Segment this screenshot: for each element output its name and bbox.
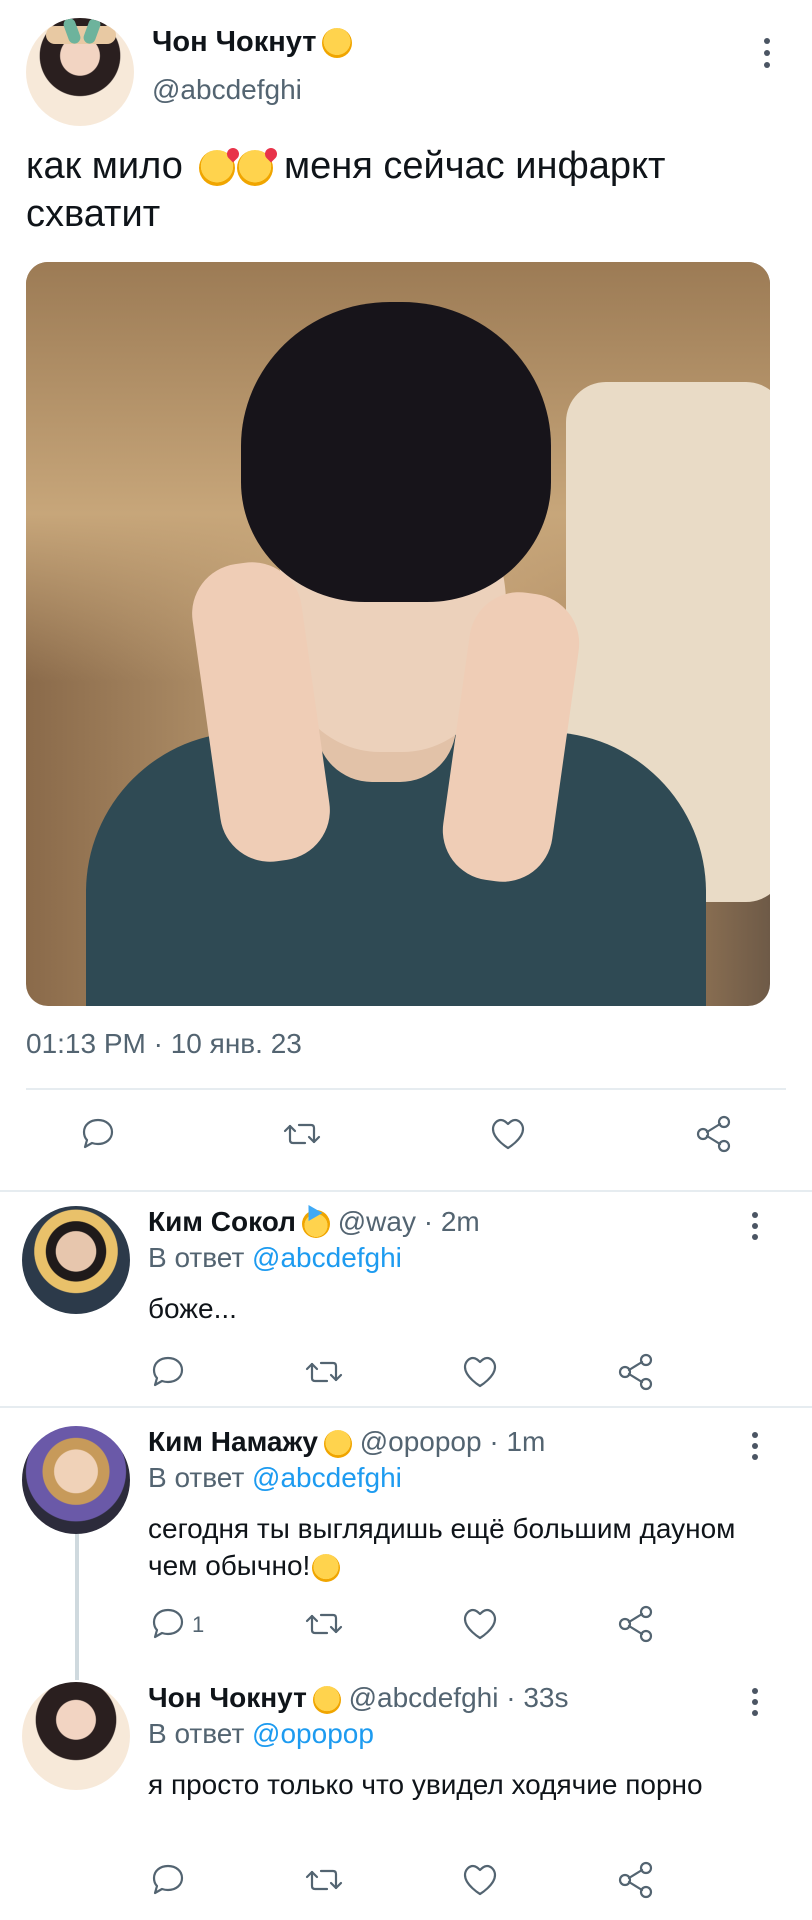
reply-handle-time[interactable]: @way · 2m	[338, 1206, 480, 1237]
reply-icon[interactable]	[76, 1112, 120, 1156]
savoring-face-emoji-icon	[323, 1429, 352, 1458]
tweet-photo[interactable]	[26, 262, 770, 1006]
reply-icon[interactable]	[146, 1602, 190, 1646]
replying-to: В ответ @opopop	[148, 1718, 374, 1749]
heart-icon[interactable]	[458, 1858, 502, 1902]
partying-face-emoji-icon	[301, 1209, 330, 1238]
reply-tweet: Чон Чокнут @abcdefghi · 33s В ответ @opo…	[0, 1676, 812, 1920]
heart-icon[interactable]	[458, 1350, 502, 1394]
thread-connector-line	[75, 1534, 79, 1680]
author-avatar[interactable]	[26, 18, 134, 126]
more-vertical-icon[interactable]	[748, 1212, 762, 1240]
retweet-icon[interactable]	[302, 1858, 346, 1902]
mention-link[interactable]: @abcdefghi	[252, 1242, 402, 1273]
reply-handle-time[interactable]: @abcdefghi · 33s	[349, 1682, 569, 1713]
retweet-icon[interactable]	[302, 1350, 346, 1394]
tweet-timestamp[interactable]: 01:13 PM · 10 янв. 23	[26, 1028, 302, 1060]
reply-avatar[interactable]	[22, 1206, 130, 1314]
more-vertical-icon[interactable]	[760, 38, 774, 68]
reply-text: боже...	[148, 1293, 237, 1324]
tweet-text: как мило меня сейчас инфаркт схватит	[26, 145, 666, 235]
share-icon[interactable]	[614, 1350, 658, 1394]
reply-text: я просто только что увидел ходячие порно	[148, 1769, 703, 1800]
replying-to: В ответ @abcdefghi	[148, 1242, 402, 1273]
reply-handle-time[interactable]: @opopop · 1m	[360, 1426, 546, 1457]
heart-icon[interactable]	[486, 1112, 530, 1156]
retweet-icon[interactable]	[280, 1112, 324, 1156]
kissing-face-emoji-icon	[322, 28, 353, 59]
author-name[interactable]: Чон Чокнут	[152, 26, 353, 59]
main-tweet: Чон Чокнут @abcdefghi как мило меня сейч…	[0, 0, 812, 1190]
divider	[0, 1190, 812, 1192]
smiling-face-with-hearts-emoji-icon	[199, 149, 236, 186]
more-vertical-icon[interactable]	[748, 1432, 762, 1460]
reply-author-name[interactable]: Ким Намажу	[148, 1426, 318, 1457]
reply-avatar[interactable]	[22, 1426, 130, 1534]
share-icon[interactable]	[614, 1858, 658, 1902]
reply-count: 1	[192, 1612, 205, 1637]
reply-author-name[interactable]: Ким Сокол	[148, 1206, 296, 1237]
retweet-icon[interactable]	[302, 1602, 346, 1646]
reply-tweet: Ким Сокол @way · 2m В ответ @abcdefghi б…	[0, 1200, 812, 1404]
reply-avatar[interactable]	[22, 1682, 130, 1790]
reply-meta: Чон Чокнут @abcdefghi · 33s	[148, 1682, 568, 1714]
share-icon[interactable]	[692, 1112, 736, 1156]
reply-icon[interactable]	[146, 1350, 190, 1394]
reply-author-name[interactable]: Чон Чокнут	[148, 1682, 307, 1713]
reply-meta: Ким Сокол @way · 2m	[148, 1206, 480, 1238]
reply-text: сегодня ты выглядишь ещё большим дауном …	[148, 1513, 736, 1582]
replying-to: В ответ @abcdefghi	[148, 1462, 402, 1493]
reply-meta: Ким Намажу @opopop · 1m	[148, 1426, 545, 1458]
divider	[26, 1088, 786, 1090]
smiling-face-with-hearts-emoji-icon	[237, 149, 274, 186]
mention-link[interactable]: @opopop	[252, 1718, 374, 1749]
tweet-action-bar	[0, 1112, 812, 1168]
mention-link[interactable]: @abcdefghi	[252, 1462, 402, 1493]
reply-icon[interactable]	[146, 1858, 190, 1902]
upside-down-face-emoji-icon	[312, 1553, 341, 1582]
heart-icon[interactable]	[458, 1602, 502, 1646]
divider	[0, 1406, 812, 1408]
reply-tweet: Ким Намажу @opopop · 1m В ответ @abcdefg…	[0, 1420, 812, 1670]
author-handle[interactable]: @abcdefghi	[152, 74, 302, 106]
share-icon[interactable]	[614, 1602, 658, 1646]
kissing-face-emoji-icon	[312, 1685, 341, 1714]
more-vertical-icon[interactable]	[748, 1688, 762, 1716]
